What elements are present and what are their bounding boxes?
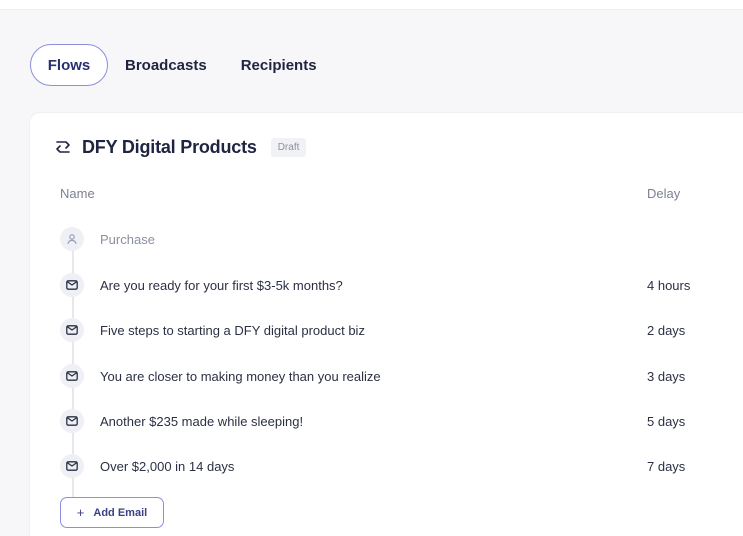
column-header-name: Name xyxy=(60,186,95,201)
mail-icon xyxy=(60,318,84,342)
email-subject: Over $2,000 in 14 days xyxy=(100,458,235,474)
email-row[interactable]: Over $2,000 in 14 days 7 days xyxy=(60,454,730,478)
email-subject: Another $235 made while sleeping! xyxy=(100,413,304,429)
email-subject: You are closer to making money than you … xyxy=(100,368,381,384)
mail-icon xyxy=(60,364,84,388)
trigger-row: Purchase xyxy=(60,227,730,251)
status-badge: Draft xyxy=(270,137,307,157)
tab-flows[interactable]: Flows xyxy=(30,44,108,86)
email-row[interactable]: You are closer to making money than you … xyxy=(60,364,730,388)
email-delay: 5 days xyxy=(647,413,686,429)
flow-title: DFY Digital Products xyxy=(82,136,257,157)
mail-icon xyxy=(60,409,84,433)
flow-card: DFY Digital Products Draft Name Delay Pu… xyxy=(30,113,743,536)
plus-icon: + xyxy=(76,505,85,520)
email-row[interactable]: Are you ready for your first $3-5k month… xyxy=(60,273,730,297)
email-subject: Are you ready for your first $3-5k month… xyxy=(100,277,343,293)
tab-bar: Flows Broadcasts Recipients xyxy=(30,44,334,86)
flow-icon xyxy=(54,138,72,156)
flow-header: DFY Digital Products Draft xyxy=(54,135,307,159)
email-row[interactable]: Five steps to starting a DFY digital pro… xyxy=(60,318,730,342)
email-subject: Five steps to starting a DFY digital pro… xyxy=(100,322,365,338)
email-delay: 4 hours xyxy=(647,277,691,293)
email-delay: 3 days xyxy=(647,368,686,384)
tab-broadcasts[interactable]: Broadcasts xyxy=(108,44,224,86)
trigger-label: Purchase xyxy=(100,231,155,247)
add-email-label: Add Email xyxy=(93,506,148,519)
add-email-button[interactable]: + Add Email xyxy=(60,497,164,528)
email-delay: 2 days xyxy=(647,322,686,338)
email-row[interactable]: Another $235 made while sleeping! 5 days xyxy=(60,409,730,433)
user-icon xyxy=(60,227,84,251)
mail-icon xyxy=(60,273,84,297)
top-bar xyxy=(0,0,743,10)
email-delay: 7 days xyxy=(647,458,686,474)
tab-recipients[interactable]: Recipients xyxy=(224,44,334,86)
column-header-delay: Delay xyxy=(647,186,681,201)
mail-icon xyxy=(60,454,84,478)
